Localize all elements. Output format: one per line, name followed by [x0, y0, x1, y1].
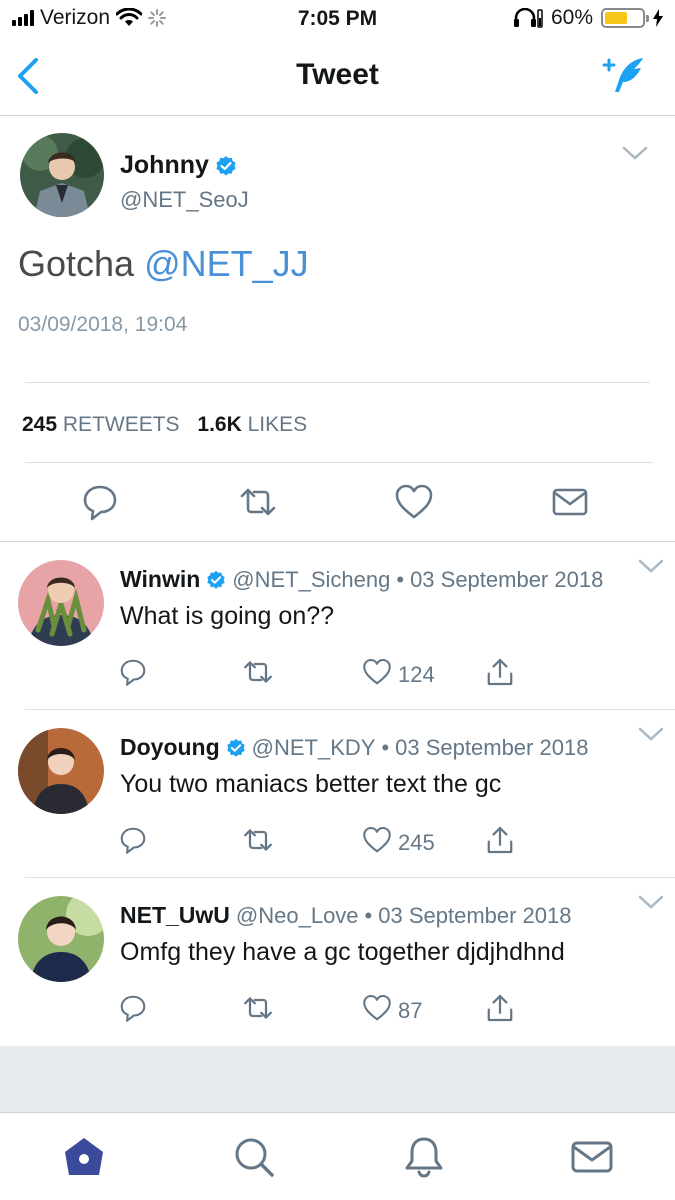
retweets-count[interactable]: 245 — [22, 413, 57, 436]
direct-message-icon[interactable] — [550, 482, 590, 522]
tweet-action-bar — [0, 482, 675, 522]
tweet-text-body: Gotcha — [18, 243, 145, 284]
like-heart-icon[interactable] — [362, 824, 392, 856]
reply-header: Winwin @NET_Sicheng • 03 September 2018 — [120, 566, 603, 593]
reply-header: NET_UwU @Neo_Love • 03 September 2018 — [120, 902, 572, 929]
reply-icon[interactable] — [118, 992, 148, 1024]
compose-tweet-icon[interactable] — [601, 54, 647, 96]
likes-count[interactable]: 1.6K — [197, 413, 241, 436]
like-count: 245 — [398, 830, 435, 855]
retweet-icon[interactable] — [242, 656, 274, 688]
reply-date: 03 September 2018 — [410, 566, 604, 592]
separator-dot: • — [396, 566, 405, 592]
status-bar: Verizon 7:05 PM 60% — [0, 0, 675, 38]
battery-percent: 60% — [550, 6, 593, 29]
retweet-icon[interactable] — [242, 992, 274, 1024]
status-right: 60% — [513, 6, 663, 30]
main-tweet: Johnny @NET_SeoJ Gotcha @NET_JJ 03/09/20… — [0, 117, 675, 542]
reply-author-handle[interactable]: @NET_Sicheng — [232, 567, 390, 593]
navigation-bar: Tweet — [0, 38, 675, 116]
battery-icon — [601, 8, 649, 28]
share-icon[interactable] — [484, 824, 516, 856]
divider — [25, 462, 653, 463]
charging-bolt-icon — [653, 9, 663, 27]
author-handle[interactable]: @NET_SeoJ — [120, 187, 249, 213]
reply-icon[interactable] — [118, 656, 148, 688]
reply-tweet[interactable]: NET_UwU @Neo_Love • 03 September 2018 Om… — [0, 878, 675, 1046]
verified-badge-icon — [207, 570, 226, 589]
reply-tweet[interactable]: Doyoung @NET_KDY • 03 September 2018 You… — [0, 710, 675, 878]
notifications-bell-icon[interactable] — [402, 1135, 446, 1179]
reply-text: What is going on?? — [120, 602, 335, 630]
reply-text: Omfg they have a gc together djdjhdhnd — [120, 938, 565, 966]
reply-date: 03 September 2018 — [395, 734, 589, 760]
reply-author-name[interactable]: Winwin — [120, 566, 200, 593]
divider — [25, 382, 650, 383]
share-icon[interactable] — [484, 992, 516, 1024]
reply-date: 03 September 2018 — [378, 902, 572, 928]
reply-author-handle[interactable]: @Neo_Love — [236, 903, 359, 929]
author-name-label: Johnny — [120, 151, 209, 179]
tweet-text: Gotcha @NET_JJ — [18, 243, 309, 285]
tab-bar — [0, 1112, 675, 1200]
reply-icon[interactable] — [80, 482, 120, 522]
search-icon[interactable] — [232, 1135, 276, 1179]
verified-badge-icon — [226, 738, 245, 757]
verified-badge-icon — [216, 155, 236, 176]
headphones-icon — [513, 8, 543, 28]
avatar[interactable] — [18, 560, 104, 646]
share-icon[interactable] — [484, 656, 516, 688]
avatar[interactable] — [18, 896, 104, 982]
reply-author-name[interactable]: NET_UwU — [120, 902, 230, 929]
avatar[interactable] — [20, 133, 104, 217]
page-title: Tweet — [296, 58, 379, 91]
reply-author-name[interactable]: Doyoung — [120, 734, 220, 761]
retweet-icon[interactable] — [242, 824, 274, 856]
retweet-icon[interactable] — [238, 482, 278, 522]
home-icon[interactable] — [62, 1135, 106, 1179]
chevron-down-icon[interactable] — [638, 726, 664, 742]
reply-header: Doyoung @NET_KDY • 03 September 2018 — [120, 734, 588, 761]
chevron-down-icon[interactable] — [622, 145, 648, 161]
separator-dot: • — [364, 902, 373, 928]
reply-tweet[interactable]: Winwin @NET_Sicheng • 03 September 2018 … — [0, 542, 675, 710]
tweet-timestamp: 03/09/2018, 19:04 — [18, 313, 188, 336]
like-count: 87 — [398, 998, 423, 1023]
like-count: 124 — [398, 662, 435, 687]
reply-action-bar: 124 — [0, 656, 675, 692]
mention-link[interactable]: @NET_JJ — [144, 243, 309, 284]
retweets-label[interactable]: RETWEETS — [63, 413, 180, 436]
reply-action-bar: 87 — [0, 992, 675, 1028]
likes-label[interactable]: LIKES — [248, 413, 308, 436]
messages-envelope-icon[interactable] — [570, 1135, 614, 1179]
avatar[interactable] — [18, 728, 104, 814]
tweet-stats: 245 RETWEETS 1.6K LIKES — [22, 413, 319, 437]
reply-text: You two maniacs better text the gc — [120, 770, 502, 798]
like-heart-icon[interactable] — [394, 482, 434, 522]
author-name[interactable]: Johnny — [120, 151, 237, 180]
chevron-down-icon[interactable] — [638, 894, 664, 910]
chevron-down-icon[interactable] — [638, 558, 664, 574]
empty-area — [0, 1046, 675, 1112]
reply-author-handle[interactable]: @NET_KDY — [252, 735, 376, 761]
like-heart-icon[interactable] — [362, 992, 392, 1024]
like-heart-icon[interactable] — [362, 656, 392, 688]
reply-icon[interactable] — [118, 824, 148, 856]
separator-dot: • — [381, 734, 390, 760]
reply-action-bar: 245 — [0, 824, 675, 860]
